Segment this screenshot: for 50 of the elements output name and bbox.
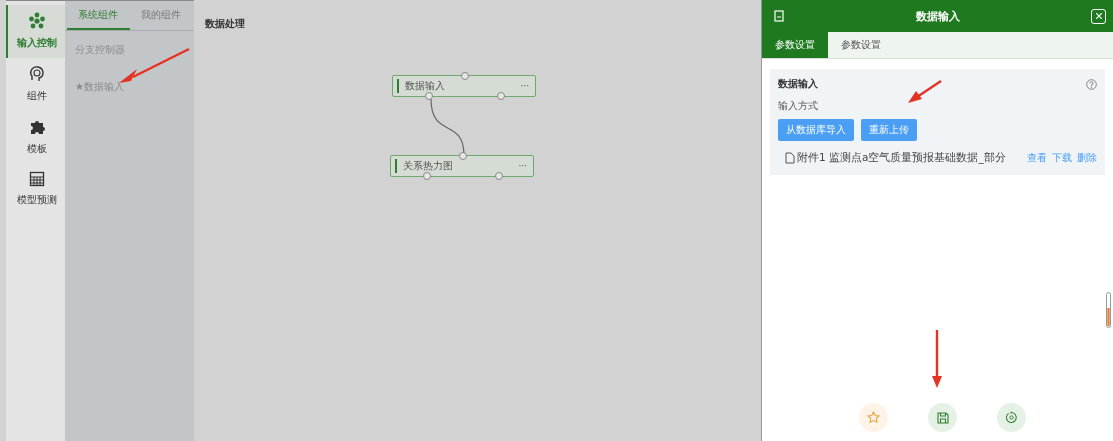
document-icon xyxy=(774,10,784,22)
section-title: 数据输入 xyxy=(778,77,818,91)
attachment-name: 附件1 监测点a空气质量预报基础数据_部分 xyxy=(797,151,1007,165)
node-menu[interactable]: ··· xyxy=(518,161,527,171)
flow-node[interactable]: 数据输入 ··· xyxy=(392,75,536,97)
upload-button[interactable]: 重新上传 xyxy=(861,119,917,141)
component-tab[interactable]: 系统组件 xyxy=(67,1,130,30)
close-icon xyxy=(1095,13,1102,19)
reset-button[interactable] xyxy=(997,403,1026,432)
nav-item[interactable]: 模板 xyxy=(6,111,65,164)
nav-label: 模板 xyxy=(26,142,47,156)
attachment-link[interactable]: 删除 xyxy=(1077,151,1097,165)
annotation-arrow xyxy=(907,79,943,105)
drawer-tab[interactable]: 参数设置 xyxy=(828,32,894,58)
node-label: 数据输入 xyxy=(405,79,445,93)
port-icon[interactable] xyxy=(495,172,503,180)
star-button[interactable] xyxy=(859,403,888,432)
flow-node[interactable]: 关系热力图 ··· xyxy=(390,155,534,177)
nav-item[interactable]: 组件 xyxy=(6,58,65,111)
nav-item[interactable]: 输入控制 xyxy=(6,5,65,58)
node-menu[interactable]: ··· xyxy=(520,81,529,91)
ai-head-icon xyxy=(27,65,46,83)
save-button[interactable] xyxy=(928,403,957,432)
calculator-icon xyxy=(28,171,45,187)
flower-icon xyxy=(27,12,46,30)
component-tab[interactable]: 我的组件 xyxy=(129,1,192,30)
annotation-arrow xyxy=(932,330,942,390)
file-icon xyxy=(785,152,795,164)
nav-item[interactable]: 模型预测 xyxy=(6,164,65,215)
nav-label: 组件 xyxy=(26,89,47,103)
field-label: 输入方式 xyxy=(778,99,819,113)
port-icon[interactable] xyxy=(423,172,431,180)
attachment-link[interactable]: 下载 xyxy=(1052,151,1072,165)
attachment-link[interactable]: 查看 xyxy=(1027,151,1047,165)
upload-button[interactable]: 从数据库导入 xyxy=(778,119,854,141)
drawer-title: 数据输入 xyxy=(914,8,961,24)
port-icon[interactable] xyxy=(461,72,469,80)
nav-label: 输入控制 xyxy=(16,36,57,50)
help-icon[interactable] xyxy=(1086,78,1097,90)
reset-icon xyxy=(1005,411,1018,424)
close-button[interactable] xyxy=(1091,8,1106,24)
star-icon xyxy=(867,411,880,424)
port-icon[interactable] xyxy=(459,152,467,160)
port-icon[interactable] xyxy=(497,92,505,100)
nav-label: 模型预测 xyxy=(16,193,57,207)
port-icon[interactable] xyxy=(425,92,433,100)
node-label: 关系热力图 xyxy=(403,159,453,173)
canvas-title: 数据处理 xyxy=(204,17,246,31)
save-icon xyxy=(936,411,949,424)
drawer-tab[interactable]: 参数设置 xyxy=(762,32,828,58)
